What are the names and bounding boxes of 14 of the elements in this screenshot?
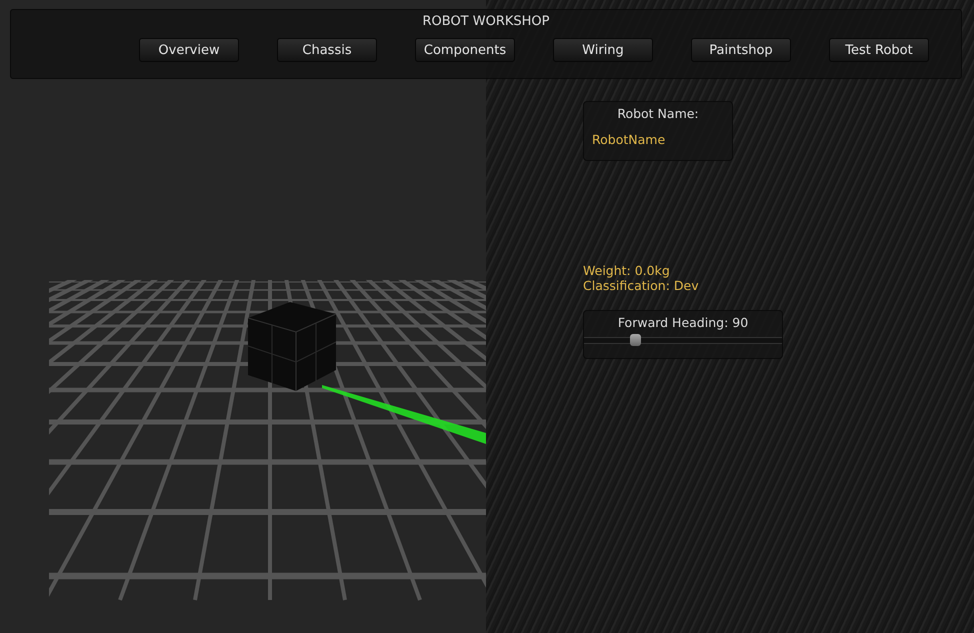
heading-slider[interactable] bbox=[584, 337, 782, 344]
nav-tab[interactable]: Test Robot bbox=[829, 38, 929, 62]
nav-tab[interactable]: Wiring bbox=[553, 38, 653, 62]
nav-tab[interactable]: Chassis bbox=[277, 38, 377, 62]
robot-stat-text: Classification: Dev bbox=[583, 278, 699, 293]
robot-name-field[interactable]: RobotName bbox=[592, 132, 722, 147]
nav-tab[interactable]: Components bbox=[415, 38, 515, 62]
robot-stat-text: Weight: 0.0kg bbox=[583, 263, 671, 278]
robot-name-label: Robot Name: bbox=[616, 106, 700, 121]
slider-thumb[interactable] bbox=[630, 334, 642, 346]
nav-tab[interactable]: Paintshop bbox=[691, 38, 791, 62]
nav-tab[interactable]: Overview bbox=[139, 38, 239, 62]
heading-label: Forward Heading: 90 bbox=[616, 315, 750, 330]
window-title: ROBOT WORKSHOP bbox=[421, 14, 550, 29]
